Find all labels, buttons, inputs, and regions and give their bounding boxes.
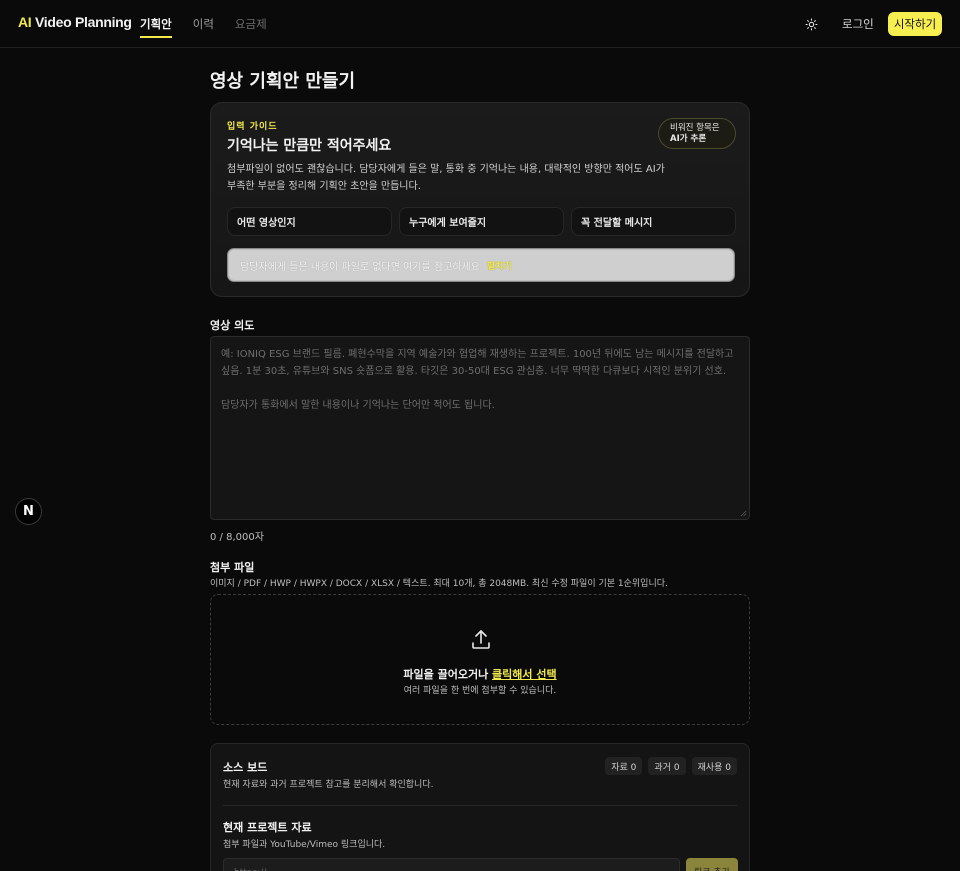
link-input[interactable]: https://... bbox=[223, 858, 680, 871]
drop-main-text: 파일을 끌어오거나 클릭해서 선택 bbox=[211, 666, 749, 682]
count-materials: 자료 0 bbox=[605, 757, 643, 775]
sun-icon bbox=[805, 18, 817, 30]
intent-label: 영상 의도 bbox=[210, 319, 255, 332]
app-logo[interactable]: AI Video Planning bbox=[18, 14, 132, 30]
current-materials-title: 현재 프로젝트 자료 bbox=[223, 821, 312, 834]
chip-what-video[interactable]: 어떤 영상인지 bbox=[227, 207, 392, 236]
guide-chips: 어떤 영상인지 누구에게 보여줄지 꼭 전달할 메시지 bbox=[227, 207, 736, 236]
count-past: 과거 0 bbox=[648, 757, 686, 775]
ai-infer-badge: 비워진 항목은 AI가 추론 bbox=[658, 118, 736, 149]
intent-textarea[interactable]: 예: IONIQ ESG 브랜드 필름. 폐현수막을 지역 예술가와 협업해 재… bbox=[210, 336, 750, 520]
guide-title: 기억나는 만큼만 적어주세요 bbox=[227, 138, 392, 154]
login-link[interactable]: 로그인 bbox=[842, 16, 874, 32]
intent-placeholder-1: 예: IONIQ ESG 브랜드 필름. 폐현수막을 지역 예술가와 협업해 재… bbox=[221, 349, 734, 377]
chip-audience[interactable]: 누구에게 보여줄지 bbox=[399, 207, 564, 236]
source-board: 소스 보드 현재 자료와 과거 프로젝트 참고를 분리해서 확인합니다. 자료 … bbox=[210, 743, 750, 871]
intent-placeholder-2: 담당자가 통화에서 말한 내용이나 기억나는 단어만 적어도 됩니다. bbox=[221, 400, 495, 411]
hint-expand-bar[interactable]: 담당자에게 들은 내용이 파일로 없다면 여기를 참고하세요 펼치기 bbox=[227, 248, 735, 282]
nav-item-plan[interactable]: 기획안 bbox=[140, 0, 172, 48]
attachments-description: 이미지 / PDF / HWP / HWPX / DOCX / XLSX / 텍… bbox=[210, 579, 668, 589]
select-file-link[interactable]: 클릭해서 선택 bbox=[492, 668, 557, 681]
nav-item-history[interactable]: 이력 bbox=[193, 0, 214, 48]
drop-sub-text: 여러 파일을 한 번에 첨부할 수 있습니다. bbox=[403, 686, 557, 696]
attachments-label: 첨부 파일 bbox=[210, 561, 255, 574]
badge-line2: AI가 추론 bbox=[670, 134, 707, 144]
source-counts: 자료 0 과거 0 재사용 0 bbox=[599, 757, 737, 775]
count-reuse: 재사용 0 bbox=[691, 757, 737, 775]
add-link-button[interactable]: 링크 추가 bbox=[686, 858, 738, 871]
start-button[interactable]: 시작하기 bbox=[888, 12, 942, 36]
nav-item-pricing[interactable]: 요금제 bbox=[235, 0, 267, 48]
current-materials-description: 첨부 파일과 YouTube/Vimeo 링크입니다. bbox=[223, 840, 386, 850]
divider bbox=[223, 805, 737, 806]
source-board-description: 현재 자료와 과거 프로젝트 참고를 분리해서 확인합니다. bbox=[223, 780, 434, 790]
guide-label: 입력 가이드 bbox=[227, 122, 278, 132]
top-header: AI Video Planning 기획안 이력 요금제 로그인 시작하기 bbox=[0, 0, 960, 48]
upload-icon bbox=[472, 630, 490, 649]
input-guide-card: 입력 가이드 기억나는 만큼만 적어주세요 비워진 항목은 AI가 추론 첨부파… bbox=[210, 102, 750, 297]
file-dropzone[interactable]: 파일을 끌어오거나 클릭해서 선택 여러 파일을 한 번에 첨부할 수 있습니다… bbox=[210, 594, 750, 725]
main-nav: 기획안 이력 요금제 bbox=[140, 0, 288, 48]
resize-handle-icon[interactable] bbox=[740, 510, 747, 517]
source-board-title: 소스 보드 bbox=[223, 761, 268, 774]
side-badge[interactable]: N bbox=[15, 498, 42, 525]
guide-description: 첨부파일이 없어도 괜찮습니다. 담당자에게 들은 말, 통화 중 기억나는 내… bbox=[227, 164, 665, 192]
drop-prompt: 파일을 끌어오거나 bbox=[403, 668, 493, 681]
hint-text: 담당자에게 들은 내용이 파일로 없다면 여기를 참고하세요 bbox=[240, 261, 480, 273]
theme-toggle-button[interactable] bbox=[802, 15, 820, 33]
char-count: 0 / 8,000자 bbox=[210, 532, 264, 543]
page-title: 영상 기획안 만들기 bbox=[210, 71, 356, 92]
chip-message[interactable]: 꼭 전달할 메시지 bbox=[571, 207, 736, 236]
logo-text: Video Planning bbox=[31, 14, 132, 30]
expand-link[interactable]: 펼치기 bbox=[487, 259, 512, 272]
badge-line1: 비워진 항목은 bbox=[670, 123, 720, 133]
logo-ai: AI bbox=[18, 14, 32, 30]
